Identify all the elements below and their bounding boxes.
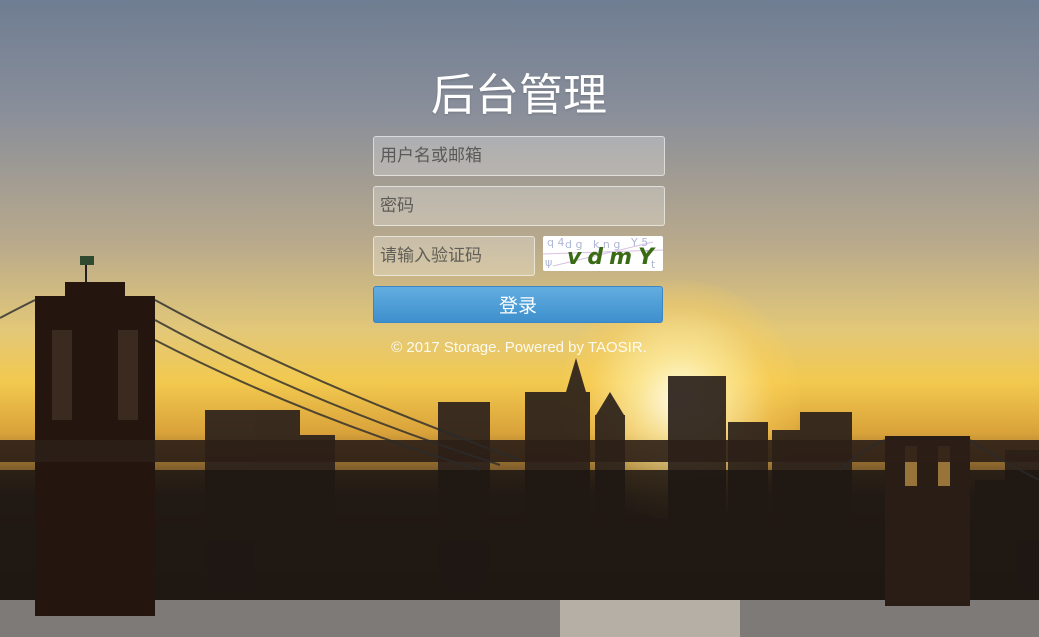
page-title: 后台管理 (431, 70, 607, 121)
login-button[interactable]: 登录 (373, 286, 663, 323)
copyright-footer: © 2017 Storage. Powered by TAOSIR. (391, 339, 647, 356)
captcha-image[interactable]: q 4 d g k n g Y 5 ψ 4 t vdmY (543, 236, 663, 271)
background-scene: 后台管理 q 4 d g k n g Y 5 ψ 4 t (0, 0, 1039, 637)
username-input[interactable] (373, 136, 665, 176)
captcha-row: q 4 d g k n g Y 5 ψ 4 t vdmY (373, 236, 665, 276)
password-input[interactable] (373, 186, 665, 226)
svg-text:ψ: ψ (545, 256, 552, 269)
login-panel: 后台管理 q 4 d g k n g Y 5 ψ 4 t (373, 66, 665, 356)
captcha-text: vdmY (567, 245, 660, 270)
captcha-graphic: q 4 d g k n g Y 5 ψ 4 t vdmY (543, 236, 663, 271)
captcha-input[interactable] (373, 236, 535, 276)
svg-text:q 4: q 4 (547, 236, 564, 249)
